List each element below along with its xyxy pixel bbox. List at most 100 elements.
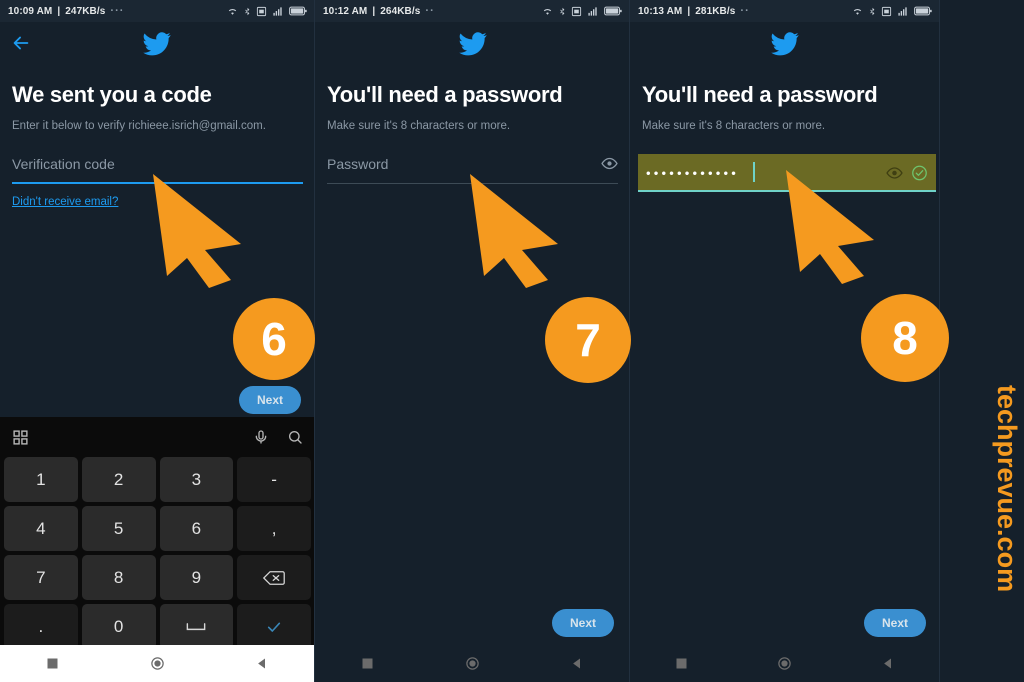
- status-more-dots: ···: [110, 5, 125, 17]
- sim-card-icon: [256, 6, 267, 16]
- status-bar-left: 10:13 AM | 281KB/s ··: [638, 5, 750, 17]
- status-bar-right: [226, 6, 307, 17]
- password-valid-check-icon: [912, 165, 927, 181]
- key-0[interactable]: 0: [81, 604, 156, 649]
- step-badge-8: 8: [861, 294, 949, 382]
- status-bar-left: 10:09 AM | 247KB/s ···: [8, 5, 124, 17]
- page-title: You'll need a password: [327, 82, 563, 107]
- show-password-eye-icon[interactable]: [601, 155, 618, 172]
- home-circle-icon[interactable]: [465, 656, 480, 671]
- status-bar-right: [541, 6, 622, 17]
- status-bar: 10:13 AM | 281KB/s ··: [630, 0, 940, 22]
- numeric-keyboard: 1 2 3 - 4 5 6 , 7 8 9 . 0: [0, 417, 315, 649]
- password-masked-value: ••••••••••••: [646, 165, 740, 181]
- key-7[interactable]: 7: [4, 555, 78, 600]
- wifi-icon: [853, 8, 862, 15]
- keyboard-toolbar-right: [253, 429, 303, 445]
- verification-code-placeholder: Verification code: [12, 156, 115, 172]
- sim-card-icon: [571, 6, 582, 16]
- key-1[interactable]: 1: [4, 457, 78, 502]
- status-separator: |: [57, 5, 61, 17]
- password-field-autofilled[interactable]: ••••••••••••: [638, 154, 936, 192]
- key-3[interactable]: 3: [159, 457, 234, 502]
- next-button[interactable]: Next: [863, 609, 926, 637]
- panel-content: You'll need a password Make sure it's 8 …: [630, 66, 940, 192]
- key-8[interactable]: 8: [81, 555, 156, 600]
- space-bar-icon: [187, 622, 206, 630]
- status-bar-right: [851, 6, 932, 17]
- key-2[interactable]: 2: [81, 457, 156, 502]
- app-bar: [0, 22, 315, 66]
- battery-icon: [914, 6, 932, 16]
- page-title: You'll need a password: [642, 82, 878, 107]
- wifi-icon: [543, 8, 552, 15]
- recents-square-icon[interactable]: [360, 656, 375, 671]
- back-triangle-icon[interactable]: [881, 656, 896, 671]
- key-enter[interactable]: [237, 604, 311, 649]
- home-circle-icon[interactable]: [777, 656, 792, 671]
- microphone-icon[interactable]: [253, 429, 269, 445]
- app-bar: [630, 22, 940, 66]
- key-comma[interactable]: ,: [237, 506, 311, 551]
- field-underline-focused: [638, 190, 936, 192]
- keyboard-grid-icon[interactable]: [12, 429, 29, 446]
- site-watermark: techprevue.com: [992, 385, 1022, 593]
- field-underline: [327, 183, 618, 184]
- enter-check-icon: [267, 622, 281, 632]
- show-password-eye-icon[interactable]: [886, 165, 903, 182]
- search-icon[interactable]: [287, 429, 303, 445]
- password-field[interactable]: Password: [327, 154, 618, 184]
- signal-bars-icon: [898, 6, 907, 16]
- page-subtitle: Make sure it's 8 characters or more.: [642, 120, 826, 132]
- next-button[interactable]: Next: [551, 609, 614, 637]
- bluetooth-icon: [560, 7, 565, 15]
- back-triangle-icon[interactable]: [570, 656, 585, 671]
- back-triangle-icon[interactable]: [255, 656, 270, 671]
- status-bar-left: 10:12 AM | 264KB/s ··: [323, 5, 435, 17]
- wifi-icon: [228, 8, 237, 15]
- signal-bars-icon: [588, 6, 597, 16]
- screenshot-stage: 10:09 AM | 247KB/s ··· We sent you a cod…: [0, 0, 1024, 682]
- field-underline-focused: [12, 182, 303, 184]
- didnt-receive-email-link[interactable]: Didn't receive email?: [12, 196, 303, 208]
- next-button[interactable]: Next: [238, 386, 301, 414]
- recents-square-icon[interactable]: [674, 656, 689, 671]
- key-9[interactable]: 9: [159, 555, 234, 600]
- back-arrow-icon[interactable]: [10, 32, 32, 54]
- backspace-icon: [263, 570, 285, 585]
- sim-card-icon: [881, 6, 892, 16]
- key-space[interactable]: [159, 604, 234, 649]
- bluetooth-icon: [245, 7, 250, 15]
- key-6[interactable]: 6: [159, 506, 234, 551]
- status-time: 10:13 AM: [638, 5, 683, 17]
- keyboard-toolbar: [0, 417, 315, 457]
- status-time-and-speed: 10:09 AM: [8, 5, 53, 17]
- status-more-dots: ··: [425, 5, 435, 17]
- status-bar: 10:12 AM | 264KB/s ··: [315, 0, 630, 22]
- panel-content: You'll need a password Make sure it's 8 …: [315, 66, 630, 184]
- key-5[interactable]: 5: [81, 506, 156, 551]
- key-4[interactable]: 4: [4, 506, 78, 551]
- status-time: 10:12 AM: [323, 5, 368, 17]
- status-bar: 10:09 AM | 247KB/s ···: [0, 0, 315, 22]
- status-separator: |: [372, 5, 376, 17]
- status-network-speed: 281KB/s: [695, 5, 736, 17]
- signal-bars-icon: [273, 6, 282, 16]
- step-badge-7: 7: [545, 297, 631, 383]
- status-more-dots: ··: [740, 5, 750, 17]
- key-dash[interactable]: -: [237, 457, 311, 502]
- battery-icon: [289, 6, 307, 16]
- twitter-bird-logo: [771, 32, 799, 56]
- status-network-speed: 264KB/s: [380, 5, 421, 17]
- home-circle-icon[interactable]: [150, 656, 165, 671]
- android-nav-bar: [630, 645, 940, 682]
- key-backspace[interactable]: [237, 555, 311, 600]
- recents-square-icon[interactable]: [45, 656, 60, 671]
- android-nav-bar: [315, 645, 630, 682]
- step-badge-6: 6: [233, 298, 315, 380]
- twitter-bird-logo: [143, 32, 171, 56]
- verification-code-field[interactable]: Verification code: [12, 154, 303, 184]
- page-title: We sent you a code: [12, 82, 212, 107]
- keypad-grid: 1 2 3 - 4 5 6 , 7 8 9 . 0: [0, 457, 315, 649]
- key-period[interactable]: .: [4, 604, 78, 649]
